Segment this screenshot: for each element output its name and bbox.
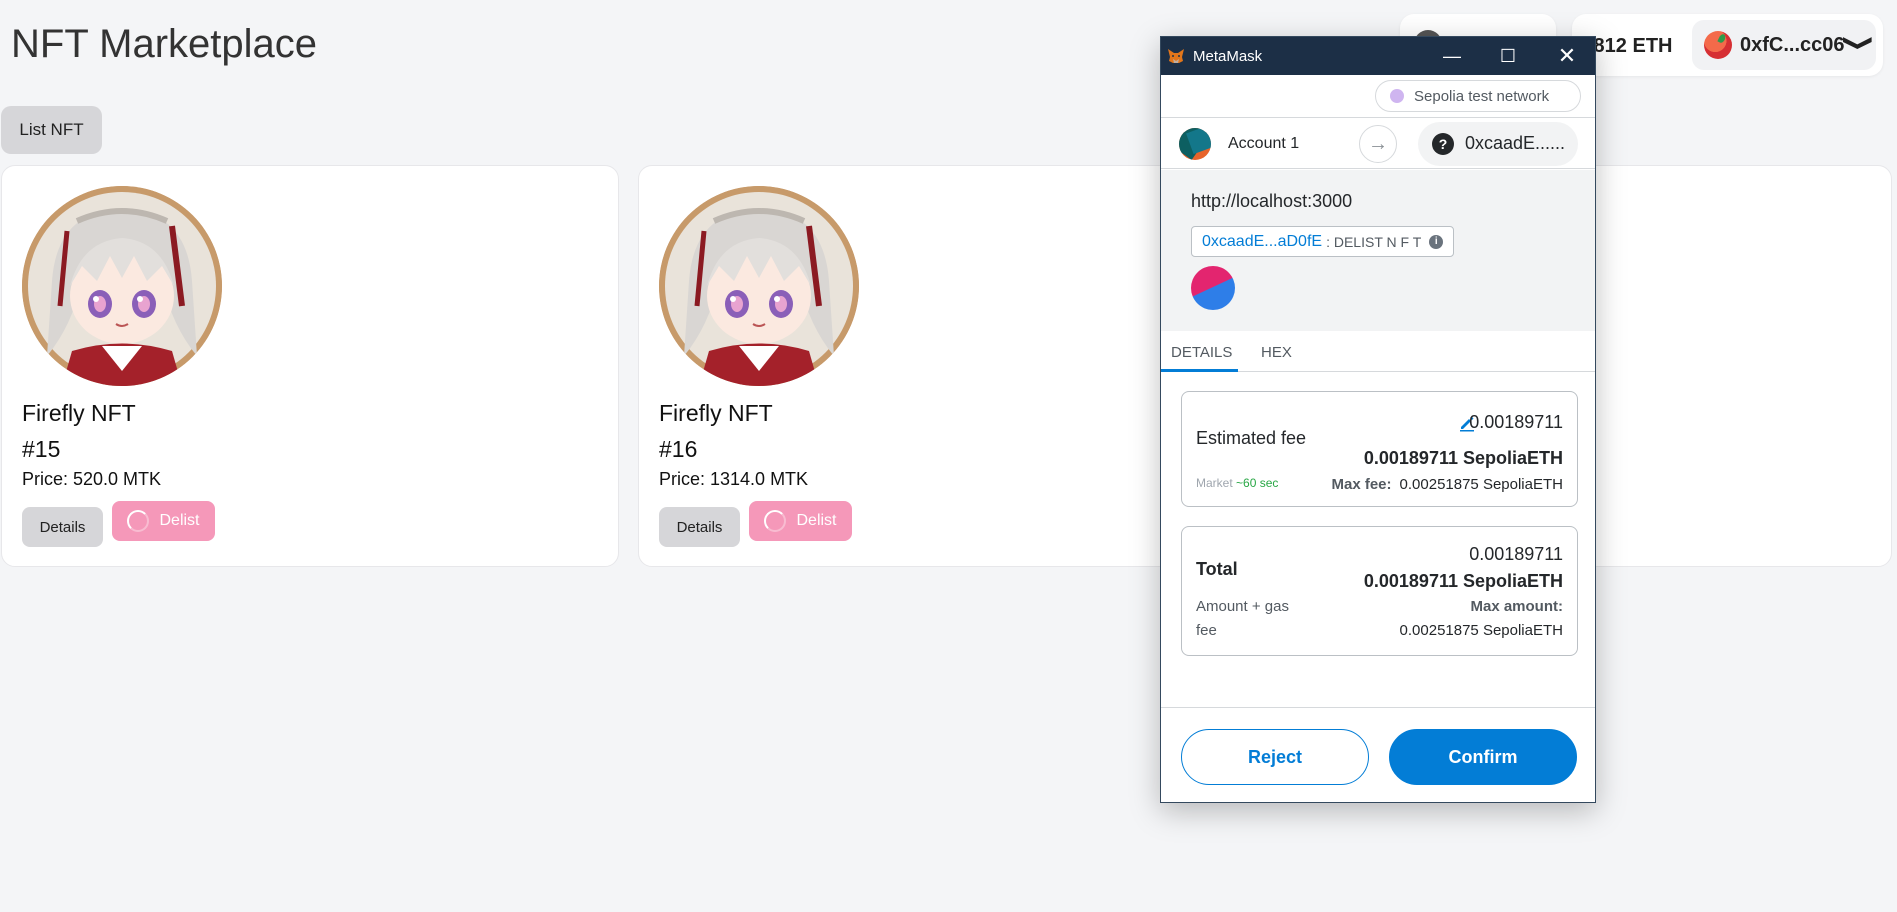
maximize-icon[interactable]: ☐ xyxy=(1495,43,1521,69)
max-fee: Max fee: 0.00251875 SepoliaETH xyxy=(1332,476,1564,493)
delist-button[interactable]: Delist xyxy=(749,501,852,541)
wallet-widget: .812 ETH 0xfC...cc06 ❯ xyxy=(1572,14,1883,76)
estimated-fee-box: Estimated fee 0.00189711 0.00189711 Sepo… xyxy=(1181,391,1578,507)
loading-spinner-icon xyxy=(764,510,787,532)
wallet-account-button[interactable]: 0xfC...cc06 ❯ xyxy=(1692,20,1876,70)
window-title: MetaMask xyxy=(1193,48,1263,65)
contract-avatar-icon xyxy=(1191,266,1235,310)
minimize-icon[interactable]: — xyxy=(1439,43,1465,69)
info-icon[interactable]: i xyxy=(1429,234,1444,249)
delist-label: Delist xyxy=(796,512,837,529)
total-eth: 0.00189711 SepoliaETH xyxy=(1363,571,1563,591)
max-fee-value: 0.00251875 SepoliaETH xyxy=(1399,476,1563,493)
max-amount-label: Max amount: xyxy=(1470,598,1563,615)
list-nft-button[interactable]: List NFT xyxy=(1,106,102,154)
wallet-address: 0xfC...cc06 xyxy=(1740,34,1845,56)
account-row: Account 1 → ? 0xcaadE...... xyxy=(1161,117,1595,169)
nft-card: Firefly NFT #15 Price: 520.0 MTK Details… xyxy=(1,165,619,567)
fee-market-label: Market ~60 sec xyxy=(1196,476,1278,490)
tab-details[interactable]: DETAILS xyxy=(1171,344,1232,361)
nft-token-id: #16 xyxy=(659,436,698,462)
nft-name: Firefly NFT xyxy=(22,400,136,426)
estimated-fee-value: 0.00189711 xyxy=(1469,412,1563,432)
metamask-window: MetaMask — ☐ ✕ Sepolia test network Acco… xyxy=(1160,36,1596,803)
recipient-address: 0xcaadE...... xyxy=(1465,133,1566,153)
tab-hex[interactable]: HEX xyxy=(1261,344,1292,361)
estimated-fee-label: Estimated fee xyxy=(1196,428,1307,448)
nft-name: Firefly NFT xyxy=(659,400,773,426)
method-name: : DELIST N F T xyxy=(1326,233,1422,250)
confirm-button[interactable]: Confirm xyxy=(1389,729,1577,785)
details-button[interactable]: Details xyxy=(659,507,740,547)
account-avatar-icon xyxy=(1179,128,1211,160)
wallet-avatar-icon xyxy=(1704,31,1732,59)
total-label: Total xyxy=(1196,559,1238,579)
reject-button[interactable]: Reject xyxy=(1181,729,1369,785)
nft-price: Price: 520.0 MTK xyxy=(22,469,162,489)
nft-token-id: #15 xyxy=(22,436,61,462)
market-text: Market xyxy=(1196,476,1233,490)
contract-address-link[interactable]: 0xcaadE...aD0fE xyxy=(1202,233,1322,251)
footer-actions: Reject Confirm xyxy=(1161,707,1595,802)
max-fee-label: Max fee: xyxy=(1331,476,1392,493)
nft-artwork xyxy=(659,186,859,386)
estimated-fee-eth: 0.00189711 SepoliaETH xyxy=(1363,448,1563,468)
total-sublabel-line2: fee xyxy=(1196,622,1217,639)
chevron-down-icon: ❯ xyxy=(1843,33,1877,53)
active-tab-indicator xyxy=(1161,369,1238,372)
page-title: NFT Marketplace xyxy=(11,22,318,66)
recipient-chip[interactable]: ? 0xcaadE...... xyxy=(1418,122,1578,166)
close-icon[interactable]: ✕ xyxy=(1554,43,1580,69)
contract-method-badge: 0xcaadE...aD0fE : DELIST N F T i xyxy=(1191,226,1455,257)
metamask-fox-icon xyxy=(1168,49,1184,63)
origin-url: http://localhost:3000 xyxy=(1191,191,1353,211)
nft-price: Price: 1314.0 MTK xyxy=(659,469,809,489)
question-icon: ? xyxy=(1432,133,1454,155)
details-button[interactable]: Details xyxy=(22,507,103,547)
account-name: Account 1 xyxy=(1228,135,1300,152)
nft-artwork xyxy=(22,186,222,386)
metamask-titlebar: MetaMask — ☐ ✕ xyxy=(1161,37,1595,75)
loading-spinner-icon xyxy=(127,510,150,532)
arrow-right-icon: → xyxy=(1359,125,1397,163)
fee-time: ~60 sec xyxy=(1236,476,1279,490)
wallet-balance: .812 ETH xyxy=(1588,35,1673,57)
total-value: 0.00189711 xyxy=(1469,544,1563,564)
delist-button[interactable]: Delist xyxy=(112,501,215,541)
network-badge: Sepolia test network xyxy=(1375,80,1581,112)
total-box: Total 0.00189711 0.00189711 SepoliaETH A… xyxy=(1181,526,1578,656)
delist-label: Delist xyxy=(159,512,200,529)
total-sublabel-line1: Amount + gas xyxy=(1196,598,1289,615)
nft-image xyxy=(659,186,859,386)
max-amount-value: 0.00251875 SepoliaETH xyxy=(1399,622,1563,639)
nft-image xyxy=(22,186,222,386)
network-dot-icon xyxy=(1390,89,1404,103)
transaction-origin-block: http://localhost:3000 0xcaadE...aD0fE : … xyxy=(1161,170,1595,331)
tab-bar: DETAILS HEX xyxy=(1161,331,1595,372)
network-name: Sepolia test network xyxy=(1414,87,1550,105)
